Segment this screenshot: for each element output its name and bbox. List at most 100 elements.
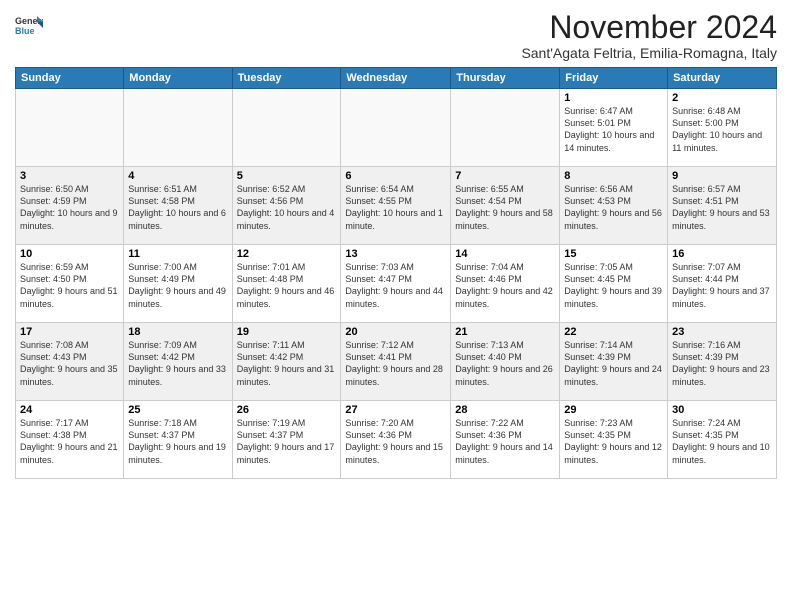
day-number: 2 [672,92,772,104]
day-cell: 19Sunrise: 7:11 AM Sunset: 4:42 PM Dayli… [232,323,341,401]
day-cell: 2Sunrise: 6:48 AM Sunset: 5:00 PM Daylig… [668,89,777,167]
day-cell [451,89,560,167]
week-row-2: 3Sunrise: 6:50 AM Sunset: 4:59 PM Daylig… [16,167,777,245]
day-cell: 22Sunrise: 7:14 AM Sunset: 4:39 PM Dayli… [560,323,668,401]
day-cell: 27Sunrise: 7:20 AM Sunset: 4:36 PM Dayli… [341,401,451,479]
day-cell: 17Sunrise: 7:08 AM Sunset: 4:43 PM Dayli… [16,323,124,401]
day-info: Sunrise: 7:03 AM Sunset: 4:47 PM Dayligh… [345,261,446,310]
day-number: 17 [20,326,119,338]
day-cell: 21Sunrise: 7:13 AM Sunset: 4:40 PM Dayli… [451,323,560,401]
day-number: 23 [672,326,772,338]
day-info: Sunrise: 7:13 AM Sunset: 4:40 PM Dayligh… [455,339,555,388]
day-number: 6 [345,170,446,182]
day-info: Sunrise: 7:04 AM Sunset: 4:46 PM Dayligh… [455,261,555,310]
day-info: Sunrise: 7:23 AM Sunset: 4:35 PM Dayligh… [564,417,663,466]
day-cell: 15Sunrise: 7:05 AM Sunset: 4:45 PM Dayli… [560,245,668,323]
day-cell: 3Sunrise: 6:50 AM Sunset: 4:59 PM Daylig… [16,167,124,245]
calendar-table: Sunday Monday Tuesday Wednesday Thursday… [15,67,777,479]
day-info: Sunrise: 7:19 AM Sunset: 4:37 PM Dayligh… [237,417,337,466]
day-number: 26 [237,404,337,416]
logo-icon: General Blue [15,14,43,36]
day-info: Sunrise: 6:56 AM Sunset: 4:53 PM Dayligh… [564,183,663,232]
day-info: Sunrise: 7:09 AM Sunset: 4:42 PM Dayligh… [128,339,227,388]
day-number: 19 [237,326,337,338]
month-title: November 2024 [521,10,777,45]
day-cell: 6Sunrise: 6:54 AM Sunset: 4:55 PM Daylig… [341,167,451,245]
day-number: 11 [128,248,227,260]
week-row-1: 1Sunrise: 6:47 AM Sunset: 5:01 PM Daylig… [16,89,777,167]
day-cell: 4Sunrise: 6:51 AM Sunset: 4:58 PM Daylig… [124,167,232,245]
day-cell: 1Sunrise: 6:47 AM Sunset: 5:01 PM Daylig… [560,89,668,167]
day-number: 25 [128,404,227,416]
day-cell: 16Sunrise: 7:07 AM Sunset: 4:44 PM Dayli… [668,245,777,323]
day-cell [16,89,124,167]
day-info: Sunrise: 6:55 AM Sunset: 4:54 PM Dayligh… [455,183,555,232]
day-number: 16 [672,248,772,260]
day-info: Sunrise: 6:50 AM Sunset: 4:59 PM Dayligh… [20,183,119,232]
week-row-4: 17Sunrise: 7:08 AM Sunset: 4:43 PM Dayli… [16,323,777,401]
day-number: 22 [564,326,663,338]
day-info: Sunrise: 7:07 AM Sunset: 4:44 PM Dayligh… [672,261,772,310]
day-info: Sunrise: 7:17 AM Sunset: 4:38 PM Dayligh… [20,417,119,466]
day-cell: 10Sunrise: 6:59 AM Sunset: 4:50 PM Dayli… [16,245,124,323]
day-cell: 29Sunrise: 7:23 AM Sunset: 4:35 PM Dayli… [560,401,668,479]
header-row: Sunday Monday Tuesday Wednesday Thursday… [16,68,777,89]
day-number: 5 [237,170,337,182]
day-cell [341,89,451,167]
day-info: Sunrise: 6:57 AM Sunset: 4:51 PM Dayligh… [672,183,772,232]
day-info: Sunrise: 7:11 AM Sunset: 4:42 PM Dayligh… [237,339,337,388]
day-cell [232,89,341,167]
day-info: Sunrise: 7:12 AM Sunset: 4:41 PM Dayligh… [345,339,446,388]
day-info: Sunrise: 6:48 AM Sunset: 5:00 PM Dayligh… [672,105,772,154]
day-number: 14 [455,248,555,260]
day-number: 3 [20,170,119,182]
day-cell: 25Sunrise: 7:18 AM Sunset: 4:37 PM Dayli… [124,401,232,479]
day-cell: 23Sunrise: 7:16 AM Sunset: 4:39 PM Dayli… [668,323,777,401]
day-info: Sunrise: 7:14 AM Sunset: 4:39 PM Dayligh… [564,339,663,388]
day-info: Sunrise: 6:54 AM Sunset: 4:55 PM Dayligh… [345,183,446,232]
col-friday: Friday [560,68,668,89]
day-number: 30 [672,404,772,416]
day-cell: 8Sunrise: 6:56 AM Sunset: 4:53 PM Daylig… [560,167,668,245]
day-cell: 18Sunrise: 7:09 AM Sunset: 4:42 PM Dayli… [124,323,232,401]
day-cell: 11Sunrise: 7:00 AM Sunset: 4:49 PM Dayli… [124,245,232,323]
day-cell: 9Sunrise: 6:57 AM Sunset: 4:51 PM Daylig… [668,167,777,245]
day-cell: 30Sunrise: 7:24 AM Sunset: 4:35 PM Dayli… [668,401,777,479]
day-info: Sunrise: 6:52 AM Sunset: 4:56 PM Dayligh… [237,183,337,232]
title-area: November 2024 Sant'Agata Feltria, Emilia… [521,10,777,61]
day-number: 28 [455,404,555,416]
day-info: Sunrise: 7:22 AM Sunset: 4:36 PM Dayligh… [455,417,555,466]
day-info: Sunrise: 7:24 AM Sunset: 4:35 PM Dayligh… [672,417,772,466]
header: General Blue November 2024 Sant'Agata Fe… [15,10,777,61]
day-number: 13 [345,248,446,260]
day-cell: 28Sunrise: 7:22 AM Sunset: 4:36 PM Dayli… [451,401,560,479]
calendar-page: General Blue November 2024 Sant'Agata Fe… [0,0,792,612]
day-cell: 24Sunrise: 7:17 AM Sunset: 4:38 PM Dayli… [16,401,124,479]
day-number: 4 [128,170,227,182]
day-number: 18 [128,326,227,338]
day-number: 29 [564,404,663,416]
col-tuesday: Tuesday [232,68,341,89]
day-cell: 12Sunrise: 7:01 AM Sunset: 4:48 PM Dayli… [232,245,341,323]
day-number: 15 [564,248,663,260]
day-info: Sunrise: 7:18 AM Sunset: 4:37 PM Dayligh… [128,417,227,466]
day-number: 21 [455,326,555,338]
day-number: 9 [672,170,772,182]
day-cell: 20Sunrise: 7:12 AM Sunset: 4:41 PM Dayli… [341,323,451,401]
col-monday: Monday [124,68,232,89]
week-row-3: 10Sunrise: 6:59 AM Sunset: 4:50 PM Dayli… [16,245,777,323]
day-number: 8 [564,170,663,182]
col-saturday: Saturday [668,68,777,89]
day-info: Sunrise: 6:47 AM Sunset: 5:01 PM Dayligh… [564,105,663,154]
location-title: Sant'Agata Feltria, Emilia-Romagna, Ital… [521,45,777,61]
logo: General Blue [15,14,43,36]
day-number: 10 [20,248,119,260]
day-cell: 5Sunrise: 6:52 AM Sunset: 4:56 PM Daylig… [232,167,341,245]
day-info: Sunrise: 7:08 AM Sunset: 4:43 PM Dayligh… [20,339,119,388]
day-info: Sunrise: 7:05 AM Sunset: 4:45 PM Dayligh… [564,261,663,310]
col-wednesday: Wednesday [341,68,451,89]
day-cell: 14Sunrise: 7:04 AM Sunset: 4:46 PM Dayli… [451,245,560,323]
col-sunday: Sunday [16,68,124,89]
day-cell [124,89,232,167]
day-number: 7 [455,170,555,182]
